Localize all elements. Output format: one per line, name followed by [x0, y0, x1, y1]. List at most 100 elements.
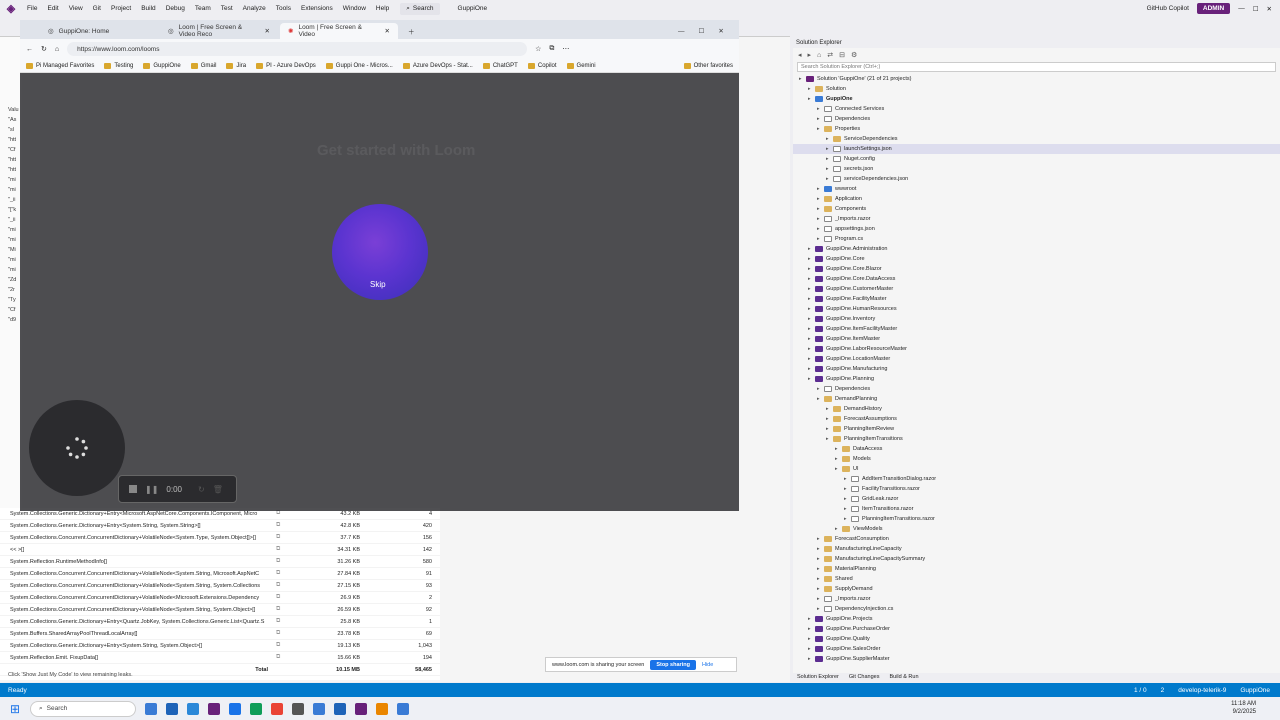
- tree-item[interactable]: ▸ serviceDependencies.json: [793, 174, 1280, 184]
- solution-explorer-search[interactable]: Search Solution Explorer (Ctrl+;): [797, 62, 1276, 72]
- table-row[interactable]: << >[] ⧉ 34.31 KB 142: [0, 544, 440, 556]
- expand-arrow-icon[interactable]: ▸: [817, 236, 824, 242]
- bottom-tab[interactable]: Solution Explorer: [793, 673, 843, 682]
- pause-icon[interactable]: ❚❚: [145, 485, 158, 494]
- tree-item[interactable]: ▸ ForecastConsumption: [793, 534, 1280, 544]
- expand-arrow-icon[interactable]: ▸: [817, 596, 824, 602]
- tree-item[interactable]: ▸ UI: [793, 464, 1280, 474]
- link-icon[interactable]: ⧉: [276, 510, 290, 517]
- windows-start-icon[interactable]: ⊞: [0, 702, 30, 716]
- back-icon[interactable]: ◂: [798, 51, 802, 59]
- restart-icon[interactable]: ↻: [198, 485, 205, 494]
- tree-item[interactable]: ▸ DataAccess: [793, 444, 1280, 454]
- edit-count[interactable]: 2: [1161, 687, 1165, 694]
- table-row[interactable]: System.Reflection.Emit. FixupData[] ⧉ 15.6…: [0, 652, 440, 664]
- favorite-item[interactable]: GuppiOne: [143, 62, 181, 69]
- table-row[interactable]: System.Collections.Concurrent.Concurrent…: [0, 580, 440, 592]
- favorite-item[interactable]: Gemini: [566, 62, 596, 69]
- expand-arrow-icon[interactable]: ▸: [808, 656, 815, 662]
- tree-item[interactable]: ▸ GuppiOne.SalesOrder: [793, 644, 1280, 654]
- tree-item[interactable]: ▸ _Imports.razor: [793, 214, 1280, 224]
- expand-arrow-icon[interactable]: ▸: [808, 356, 815, 362]
- taskbar-app-icon[interactable]: [271, 702, 283, 715]
- url-field[interactable]: https://www.loom.com/looms: [67, 42, 528, 56]
- menu-extensions[interactable]: Extensions: [296, 5, 338, 12]
- link-icon[interactable]: ⧉: [276, 654, 290, 661]
- expand-arrow-icon[interactable]: ▸: [817, 396, 824, 402]
- expand-arrow-icon[interactable]: ▸: [844, 486, 851, 492]
- table-row[interactable]: System.Collections.Concurrent.Concurrent…: [0, 592, 440, 604]
- expand-arrow-icon[interactable]: ▸: [826, 436, 833, 442]
- taskbar-app-icon[interactable]: [334, 702, 346, 715]
- expand-arrow-icon[interactable]: ▸: [844, 506, 851, 512]
- tree-item[interactable]: ▸ Shared: [793, 574, 1280, 584]
- link-icon[interactable]: ⧉: [276, 594, 290, 601]
- menu-tools[interactable]: Tools: [271, 5, 296, 12]
- tree-item[interactable]: ▸ ManufacturingLineCapacity: [793, 544, 1280, 554]
- tree-item[interactable]: ▸ GuppiOne.Planning: [793, 374, 1280, 384]
- expand-arrow-icon[interactable]: ▸: [817, 216, 824, 222]
- tab-loom-1[interactable]: ◎ Loom | Free Screen & Video Reco ✕: [160, 23, 278, 39]
- expand-arrow-icon[interactable]: ▸: [808, 296, 815, 302]
- close-icon[interactable]: ✕: [718, 27, 723, 35]
- expand-arrow-icon[interactable]: ▸: [817, 186, 824, 192]
- tree-item[interactable]: ▸ GuppiOne.Core.Blazor: [793, 264, 1280, 274]
- link-icon[interactable]: ⧉: [276, 546, 290, 553]
- refresh-icon[interactable]: ↻: [41, 45, 47, 53]
- tab-guppione-home[interactable]: ◎ GuppiOne: Home: [40, 23, 158, 39]
- taskbar-app-icon[interactable]: [187, 702, 199, 715]
- tree-item[interactable]: ▸ MaterialPlanning: [793, 564, 1280, 574]
- expand-arrow-icon[interactable]: ▸: [826, 176, 833, 182]
- visual-studio-logo-icon[interactable]: ◈: [0, 0, 22, 17]
- favorite-item[interactable]: Azure DevOps - Stat...: [402, 62, 473, 69]
- tree-item[interactable]: ▸ ItemTransitions.razor: [793, 504, 1280, 514]
- home-icon[interactable]: ⌂: [817, 52, 821, 59]
- tree-item[interactable]: ▸ ForecastAssumptions: [793, 414, 1280, 424]
- menu-test[interactable]: Test: [216, 5, 238, 12]
- taskbar-app-icon[interactable]: [355, 702, 367, 715]
- tree-item[interactable]: ▸ PlanningItemReview: [793, 424, 1280, 434]
- show-just-my-code-hint[interactable]: Click 'Show Just My Code' to view remain…: [8, 672, 133, 678]
- maximize-icon[interactable]: ☐: [1253, 5, 1259, 13]
- tree-item[interactable]: ▸ Program.cs: [793, 234, 1280, 244]
- expand-arrow-icon[interactable]: ▸: [808, 626, 815, 632]
- tree-item[interactable]: ▸ GuppiOne.SupplierMaster: [793, 654, 1280, 664]
- taskbar-app-icon[interactable]: [208, 702, 220, 715]
- vs-search-box[interactable]: ⌕ Search: [400, 2, 440, 15]
- collapse-icon[interactable]: ⊟: [839, 51, 845, 59]
- menu-edit[interactable]: Edit: [42, 5, 63, 12]
- link-icon[interactable]: ⧉: [276, 522, 290, 529]
- menu-project[interactable]: Project: [106, 5, 136, 12]
- expand-arrow-icon[interactable]: ▸: [817, 556, 824, 562]
- link-icon[interactable]: ⧉: [276, 582, 290, 589]
- favorite-item[interactable]: Guppi One - Micros...: [325, 62, 393, 69]
- tree-item[interactable]: ▸ GuppiOne.CustomerMaster: [793, 284, 1280, 294]
- tree-item[interactable]: ▸ ViewModels: [793, 524, 1280, 534]
- favorite-item[interactable]: Copilot: [527, 62, 557, 69]
- taskbar-app-icon[interactable]: [376, 702, 388, 715]
- other-favorites[interactable]: Other favorites: [683, 62, 733, 69]
- favorite-item[interactable]: Jira: [226, 62, 246, 69]
- expand-arrow-icon[interactable]: ▸: [808, 96, 815, 102]
- taskbar-app-icon[interactable]: [397, 702, 409, 715]
- table-row[interactable]: System.Buffers.SharedArrayPoolThreadLoca…: [0, 628, 440, 640]
- expand-arrow-icon[interactable]: ▸: [826, 156, 833, 162]
- expand-arrow-icon[interactable]: ▸: [835, 446, 842, 452]
- favorite-item[interactable]: ChatGPT: [482, 62, 518, 69]
- tree-item[interactable]: ▸ GuppiOne.Quality: [793, 634, 1280, 644]
- link-icon[interactable]: ⧉: [276, 558, 290, 565]
- expand-arrow-icon[interactable]: ▸: [826, 166, 833, 172]
- close-icon[interactable]: ✕: [1267, 5, 1272, 13]
- copilot-button[interactable]: GitHub Copilot: [1147, 5, 1189, 12]
- tree-item[interactable]: ▸ GuppiOne.HumanResources: [793, 304, 1280, 314]
- minimize-icon[interactable]: —: [1238, 5, 1245, 12]
- expand-arrow-icon[interactable]: ▸: [808, 326, 815, 332]
- tree-item[interactable]: ▸ GuppiOne.PurchaseOrder: [793, 624, 1280, 634]
- favorite-item[interactable]: Pi Managed Favorites: [26, 62, 94, 69]
- expand-arrow-icon[interactable]: ▸: [817, 196, 824, 202]
- tree-item[interactable]: ▸ Nuget.config: [793, 154, 1280, 164]
- tree-item[interactable]: ▸ GuppiOne: [793, 94, 1280, 104]
- tree-item[interactable]: ▸ GridLeak.razor: [793, 494, 1280, 504]
- tree-item[interactable]: ▸ GuppiOne.FacilityMaster: [793, 294, 1280, 304]
- tree-item[interactable]: ▸ PlanningItemTransitions.razor: [793, 514, 1280, 524]
